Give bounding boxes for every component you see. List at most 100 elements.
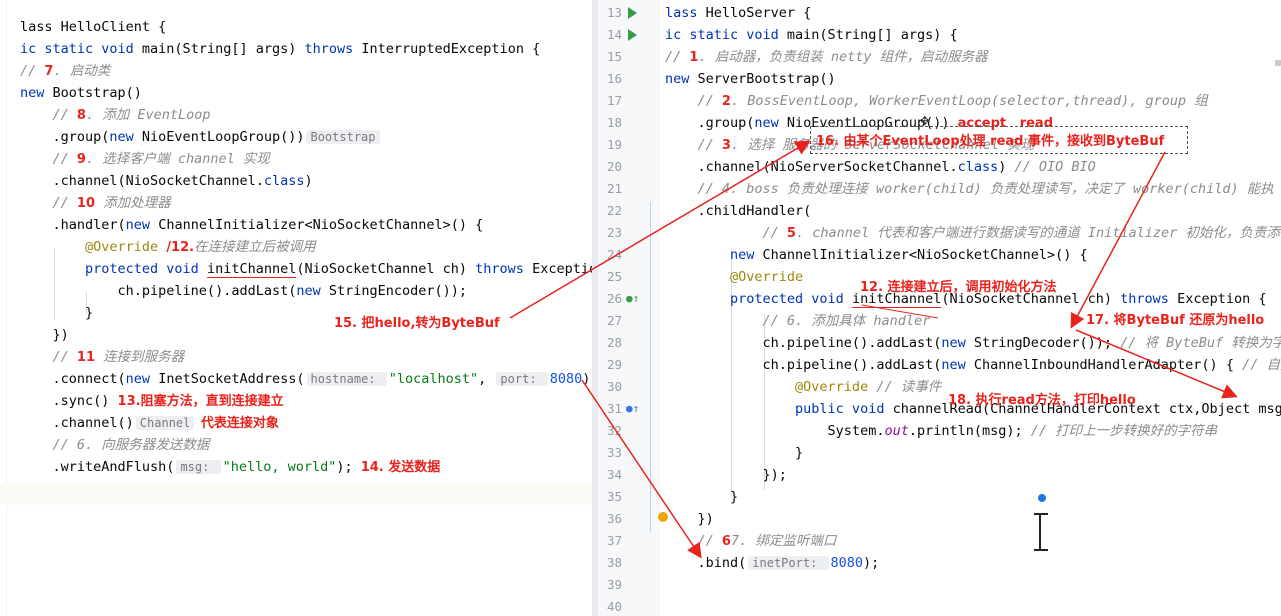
code-line[interactable]: .bind(inetPort: 8080); [665, 552, 1281, 574]
code-line[interactable]: // 5. channel 代表和客户端进行数据读写的通道 Initialize… [665, 222, 1281, 244]
code-token: protected void [665, 291, 852, 307]
server-editor-pane[interactable]: 13 14 15 16 17 18 19 20 21 22 23 24 25 26 27 28 29 30 31 32… [598, 0, 1281, 616]
code-line[interactable]: new ChannelInitializer<NioSocketChannel>… [665, 244, 1281, 266]
annotation-text: accept read [957, 116, 1054, 131]
code-token: // 打印上一步转换好的字符串 [1030, 423, 1218, 439]
code-line[interactable]: protected void initChannel(NioSocketChan… [20, 258, 592, 280]
code-token: ch.pipeline().addLast( [20, 283, 297, 299]
code-line[interactable]: .sync() 13.阻塞方法，直到连接建立 [20, 390, 592, 412]
code-token: NioEventLoopGroup()) [141, 129, 305, 145]
code-line[interactable]: new Bootstrap() [20, 82, 592, 104]
parameter-hint: inetPort: [748, 556, 829, 570]
code-line[interactable]: // 67. 绑定监听端口 [665, 530, 1281, 552]
parameter-hint: Bootstrap [306, 130, 380, 144]
line-number: 26 [606, 291, 622, 306]
code-token: ); [863, 555, 880, 571]
code-line[interactable]: // 6. 添加具体 handler [665, 310, 1281, 332]
code-line[interactable]: System.out.println(msg); // 打印上一步转换好的字符串 [665, 420, 1281, 442]
code-line[interactable]: @Override /12.在连接建立后被调用 [20, 236, 592, 258]
code-line[interactable]: }); [665, 464, 1281, 486]
line-number: 25 [606, 269, 622, 284]
code-line[interactable]: .channel() Channel 代表连接对象 [20, 412, 592, 434]
line-number: 35 [606, 489, 622, 504]
code-token: ChannelInitializer<NioSocketChannel>() { [158, 217, 484, 233]
code-token: 连接到服务器 [95, 349, 185, 365]
code-line[interactable]: ch.pipeline().addLast(new StringDecoder(… [665, 332, 1281, 354]
code-line[interactable]: .connect(new InetSocketAddress(hostname:… [20, 368, 593, 390]
code-token: HelloServer { [705, 5, 812, 21]
line-number: 34 [606, 467, 622, 482]
code-line[interactable]: } [665, 442, 1281, 464]
code-line[interactable]: ic static void main(String[] args) { [665, 24, 1281, 46]
code-line[interactable]: .group(new NioEventLoopGroup()) Bootstrap [20, 126, 592, 148]
code-token: ChannelInboundHandlerAdapter() { [973, 357, 1243, 373]
code-token: // OIO BIO [1014, 159, 1096, 175]
code-token: // [665, 93, 722, 109]
code-token: new [941, 357, 974, 373]
code-line[interactable]: // 2. BossEventLoop, WorkerEventLoop(sel… [665, 90, 1281, 112]
code-line[interactable]: .childHandler( [665, 200, 1281, 222]
code-line[interactable]: .handler(new ChannelInitializer<NioSocke… [20, 214, 592, 236]
code-line[interactable]: } [20, 302, 592, 324]
parameter-hint: msg: [176, 460, 221, 474]
code-line[interactable]: lass HelloServer { [665, 2, 1281, 24]
code-line[interactable]: // 3. 选择 服务器的 ServerSocketChannel 实现 [665, 134, 1281, 156]
code-line[interactable]: // 7. 启动类 [20, 60, 592, 82]
code-token: // 4. boss 负责处理连接 worker(child) 负责处理读写，决… [665, 181, 1274, 197]
code-line[interactable] [665, 596, 1281, 616]
parameter-hint: Channel [135, 416, 195, 430]
code-token: new [125, 217, 159, 233]
code-token: channelRead(ChannelHandlerContext ctx,Ob… [892, 401, 1281, 417]
code-token: . 选择 服务器的 ServerSocketChannel 实现 [730, 137, 1035, 153]
line-number: 31 [606, 401, 622, 416]
code-token: initChannel [206, 261, 297, 278]
code-line[interactable]: }) [20, 324, 592, 346]
code-line[interactable]: ic static void main(String[] args) throw… [20, 38, 592, 60]
code-token: } [665, 445, 804, 461]
code-line[interactable] [665, 574, 1281, 596]
override-icon[interactable]: ●↑ [626, 292, 639, 305]
code-line[interactable]: } [665, 486, 1281, 508]
code-line[interactable]: // 1. 启动器，负责组装 netty 组件，启动服务器 [665, 46, 1281, 68]
run-main-icon[interactable] [628, 29, 637, 41]
code-token: }); [665, 467, 787, 483]
code-token: ChannelInitializer<NioSocketChannel>() { [762, 247, 1088, 263]
line-number: 30 [606, 379, 622, 394]
code-token: // [20, 107, 77, 123]
implement-icon[interactable]: ●↑ [626, 402, 639, 415]
code-line[interactable]: public void channelRead(ChannelHandlerCo… [665, 398, 1281, 420]
code-line[interactable]: lass HelloClient { [20, 16, 592, 38]
code-line[interactable]: }) [665, 508, 1281, 530]
code-token: Exception { [1177, 291, 1267, 307]
code-line[interactable]: ch.pipeline().addLast(new StringEncoder(… [20, 280, 592, 302]
code-line[interactable]: .channel(NioServerSocketChannel.class) /… [665, 156, 1281, 178]
code-line[interactable]: @Override // 读事件 [665, 376, 1281, 398]
code-line[interactable]: // 10 添加处理器 [20, 192, 592, 214]
code-token: // 6. 向服务器发送数据 [20, 437, 210, 453]
code-line[interactable]: // 9. 选择客户端 channel 实现 [20, 148, 592, 170]
code-token: // [665, 533, 722, 549]
code-line[interactable]: new ServerBootstrap() [665, 68, 1281, 90]
code-token: new [941, 335, 974, 351]
code-line[interactable]: .group(new NioEventLoopGroup()) accept r… [665, 112, 1281, 134]
code-line[interactable]: // 4. boss 负责处理连接 worker(child) 负责处理读写，决… [665, 178, 1281, 200]
line-number: 17 [606, 93, 622, 108]
code-token: } [665, 489, 739, 505]
code-token: .group( [20, 129, 110, 145]
code-line[interactable]: protected void initChannel(NioSocketChan… [665, 288, 1281, 310]
annotation-text: 10 [76, 196, 95, 211]
client-editor-pane[interactable]: lass HelloClient {ic static void main(St… [0, 0, 592, 616]
code-line[interactable] [20, 478, 592, 500]
code-line[interactable]: ch.pipeline().addLast(new ChannelInbound… [665, 354, 1281, 376]
code-line[interactable]: // 11 连接到服务器 [20, 346, 592, 368]
code-line[interactable]: // 6. 向服务器发送数据 [20, 434, 592, 456]
code-token: . 选择客户端 channel 实现 [85, 151, 270, 167]
code-token: }) [20, 327, 69, 343]
code-token: // 自定 [1242, 357, 1281, 373]
run-class-icon[interactable] [628, 7, 637, 19]
code-token: , [478, 371, 495, 387]
code-line[interactable]: .channel(NioSocketChannel.class) [20, 170, 592, 192]
code-line[interactable]: // 8. 添加 EventLoop [20, 104, 592, 126]
code-line[interactable]: .writeAndFlush(msg: "hello, world"); 14.… [20, 456, 592, 478]
code-line[interactable]: @Override [665, 266, 1281, 288]
